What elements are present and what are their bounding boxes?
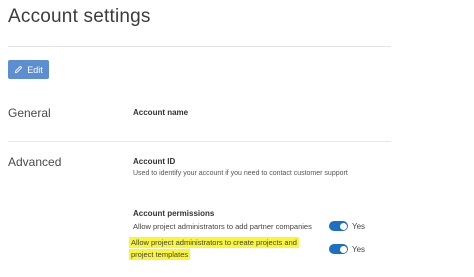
permission-state-partner-companies: Yes: [352, 222, 366, 231]
edit-button[interactable]: Edit: [8, 60, 49, 79]
toggle-knob: [339, 245, 347, 253]
account-id-help: Used to identify your account if you nee…: [133, 170, 348, 177]
permission-text-line-1: Allow project administrators to create p…: [129, 237, 299, 248]
title-divider: [8, 46, 391, 47]
pencil-icon: [14, 65, 23, 74]
permission-text-partner-companies: Allow project administrators to add part…: [133, 222, 312, 231]
permission-text-line-2: project templates: [129, 249, 191, 260]
section-label-advanced: Advanced: [8, 155, 62, 169]
permission-text-create-projects: Allow project administrators to create p…: [129, 236, 314, 260]
account-id-label: Account ID: [133, 157, 176, 166]
toggle-knob: [339, 222, 347, 230]
edit-button-label: Edit: [27, 64, 43, 75]
permission-toggle-create-projects[interactable]: [329, 244, 348, 254]
section-label-general: General: [8, 106, 51, 120]
section-divider: [8, 141, 391, 142]
account-permissions-label: Account permissions: [133, 209, 215, 218]
permission-toggle-partner-companies[interactable]: [329, 221, 348, 231]
account-name-label: Account name: [133, 108, 189, 117]
permission-state-create-projects: Yes: [352, 245, 366, 254]
page-title: Account settings: [8, 6, 151, 27]
